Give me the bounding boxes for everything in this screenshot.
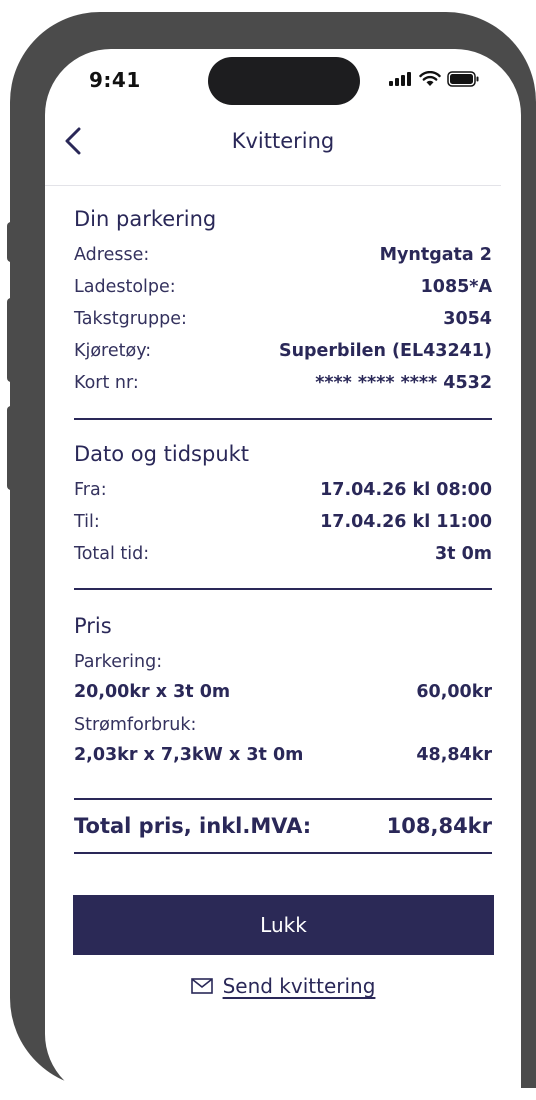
row-from: Fra: 17.04.26 kl 08:00 — [74, 474, 492, 506]
receipt-content: Din parkering Adresse: Myntgata 2 Ladest… — [74, 199, 492, 854]
row-card-number: Kort nr: **** **** **** 4532 — [74, 367, 492, 399]
time-section: Dato og tidspukt Fra: 17.04.26 kl 08:00 … — [74, 434, 492, 570]
row-value: 1085*A — [420, 277, 492, 297]
section-title-time: Dato og tidspukt — [74, 442, 250, 466]
status-icons — [389, 71, 479, 87]
phone-screen: 9:41 Kvittering Din parkering Adresse: M… — [45, 49, 521, 1100]
total-value: 108,84kr — [386, 814, 492, 838]
row-label: Kjøretøy: — [74, 341, 152, 361]
price-amount: 60,00kr — [416, 682, 492, 702]
row-label: Fra: — [74, 480, 107, 500]
row-value: Myntgata 2 — [379, 245, 492, 265]
price-calc: 2,03kr x 7,3kW x 3t 0m — [74, 745, 304, 765]
row-charging-post: Ladestolpe: 1085*A — [74, 271, 492, 303]
dynamic-island — [208, 57, 360, 105]
battery-icon — [447, 71, 479, 87]
row-label: Kort nr: — [74, 373, 139, 393]
close-button[interactable]: Lukk — [73, 895, 494, 955]
section-divider — [74, 418, 492, 420]
wifi-icon — [419, 71, 441, 86]
row-value: 3054 — [443, 309, 492, 329]
row-vehicle: Kjøretøy: Superbilen (EL43241) — [74, 335, 492, 367]
nav-divider — [45, 185, 501, 186]
send-receipt[interactable]: Send kvittering — [45, 974, 521, 998]
row-rate-group: Takstgruppe: 3054 — [74, 303, 492, 335]
price-item-label: Parkering: — [74, 652, 163, 672]
total-label: Total pris, inkl.MVA: — [74, 814, 312, 838]
row-to: Til: 17.04.26 kl 11:00 — [74, 506, 492, 538]
row-total-time: Total tid: 3t 0m — [74, 538, 492, 570]
section-divider — [74, 588, 492, 590]
row-address: Adresse: Myntgata 2 — [74, 239, 492, 271]
row-value: 3t 0m — [434, 544, 492, 564]
mail-icon — [190, 978, 213, 994]
row-value: 17.04.26 kl 11:00 — [320, 512, 492, 532]
page-title: Kvittering — [231, 129, 335, 153]
total-bottom-divider — [74, 852, 492, 854]
total-row: Total pris, inkl.MVA: 108,84kr — [74, 800, 492, 852]
row-label: Ladestolpe: — [74, 277, 176, 297]
price-calc: 20,00kr x 3t 0m — [74, 682, 231, 702]
price-amount: 48,84kr — [416, 745, 492, 765]
row-value: Superbilen (EL43241) — [278, 341, 492, 361]
row-label: Adresse: — [74, 245, 150, 265]
parking-section: Din parkering Adresse: Myntgata 2 Ladest… — [74, 199, 492, 399]
section-title-price: Pris — [74, 614, 112, 638]
price-item-label: Strømforbruk: — [74, 715, 197, 735]
row-value: 17.04.26 kl 08:00 — [320, 480, 492, 500]
status-time: 9:41 — [89, 68, 141, 92]
price-section: Pris Parkering: 20,00kr x 3t 0m 60,00kr … — [74, 606, 492, 771]
row-value: **** **** **** 4532 — [315, 373, 492, 393]
phone-frame: 9:41 Kvittering Din parkering Adresse: M… — [10, 12, 536, 1100]
section-title-parking: Din parkering — [74, 207, 217, 231]
price-item-row: 2,03kr x 7,3kW x 3t 0m 48,84kr — [74, 739, 492, 771]
row-label: Total tid: — [74, 544, 150, 564]
nav-bar: Kvittering — [45, 117, 521, 165]
price-item-row: 20,00kr x 3t 0m 60,00kr — [74, 676, 492, 708]
send-receipt-link[interactable]: Send kvittering — [223, 974, 376, 998]
row-label: Til: — [74, 512, 100, 532]
row-label: Takstgruppe: — [74, 309, 187, 329]
signal-icon — [389, 72, 411, 86]
